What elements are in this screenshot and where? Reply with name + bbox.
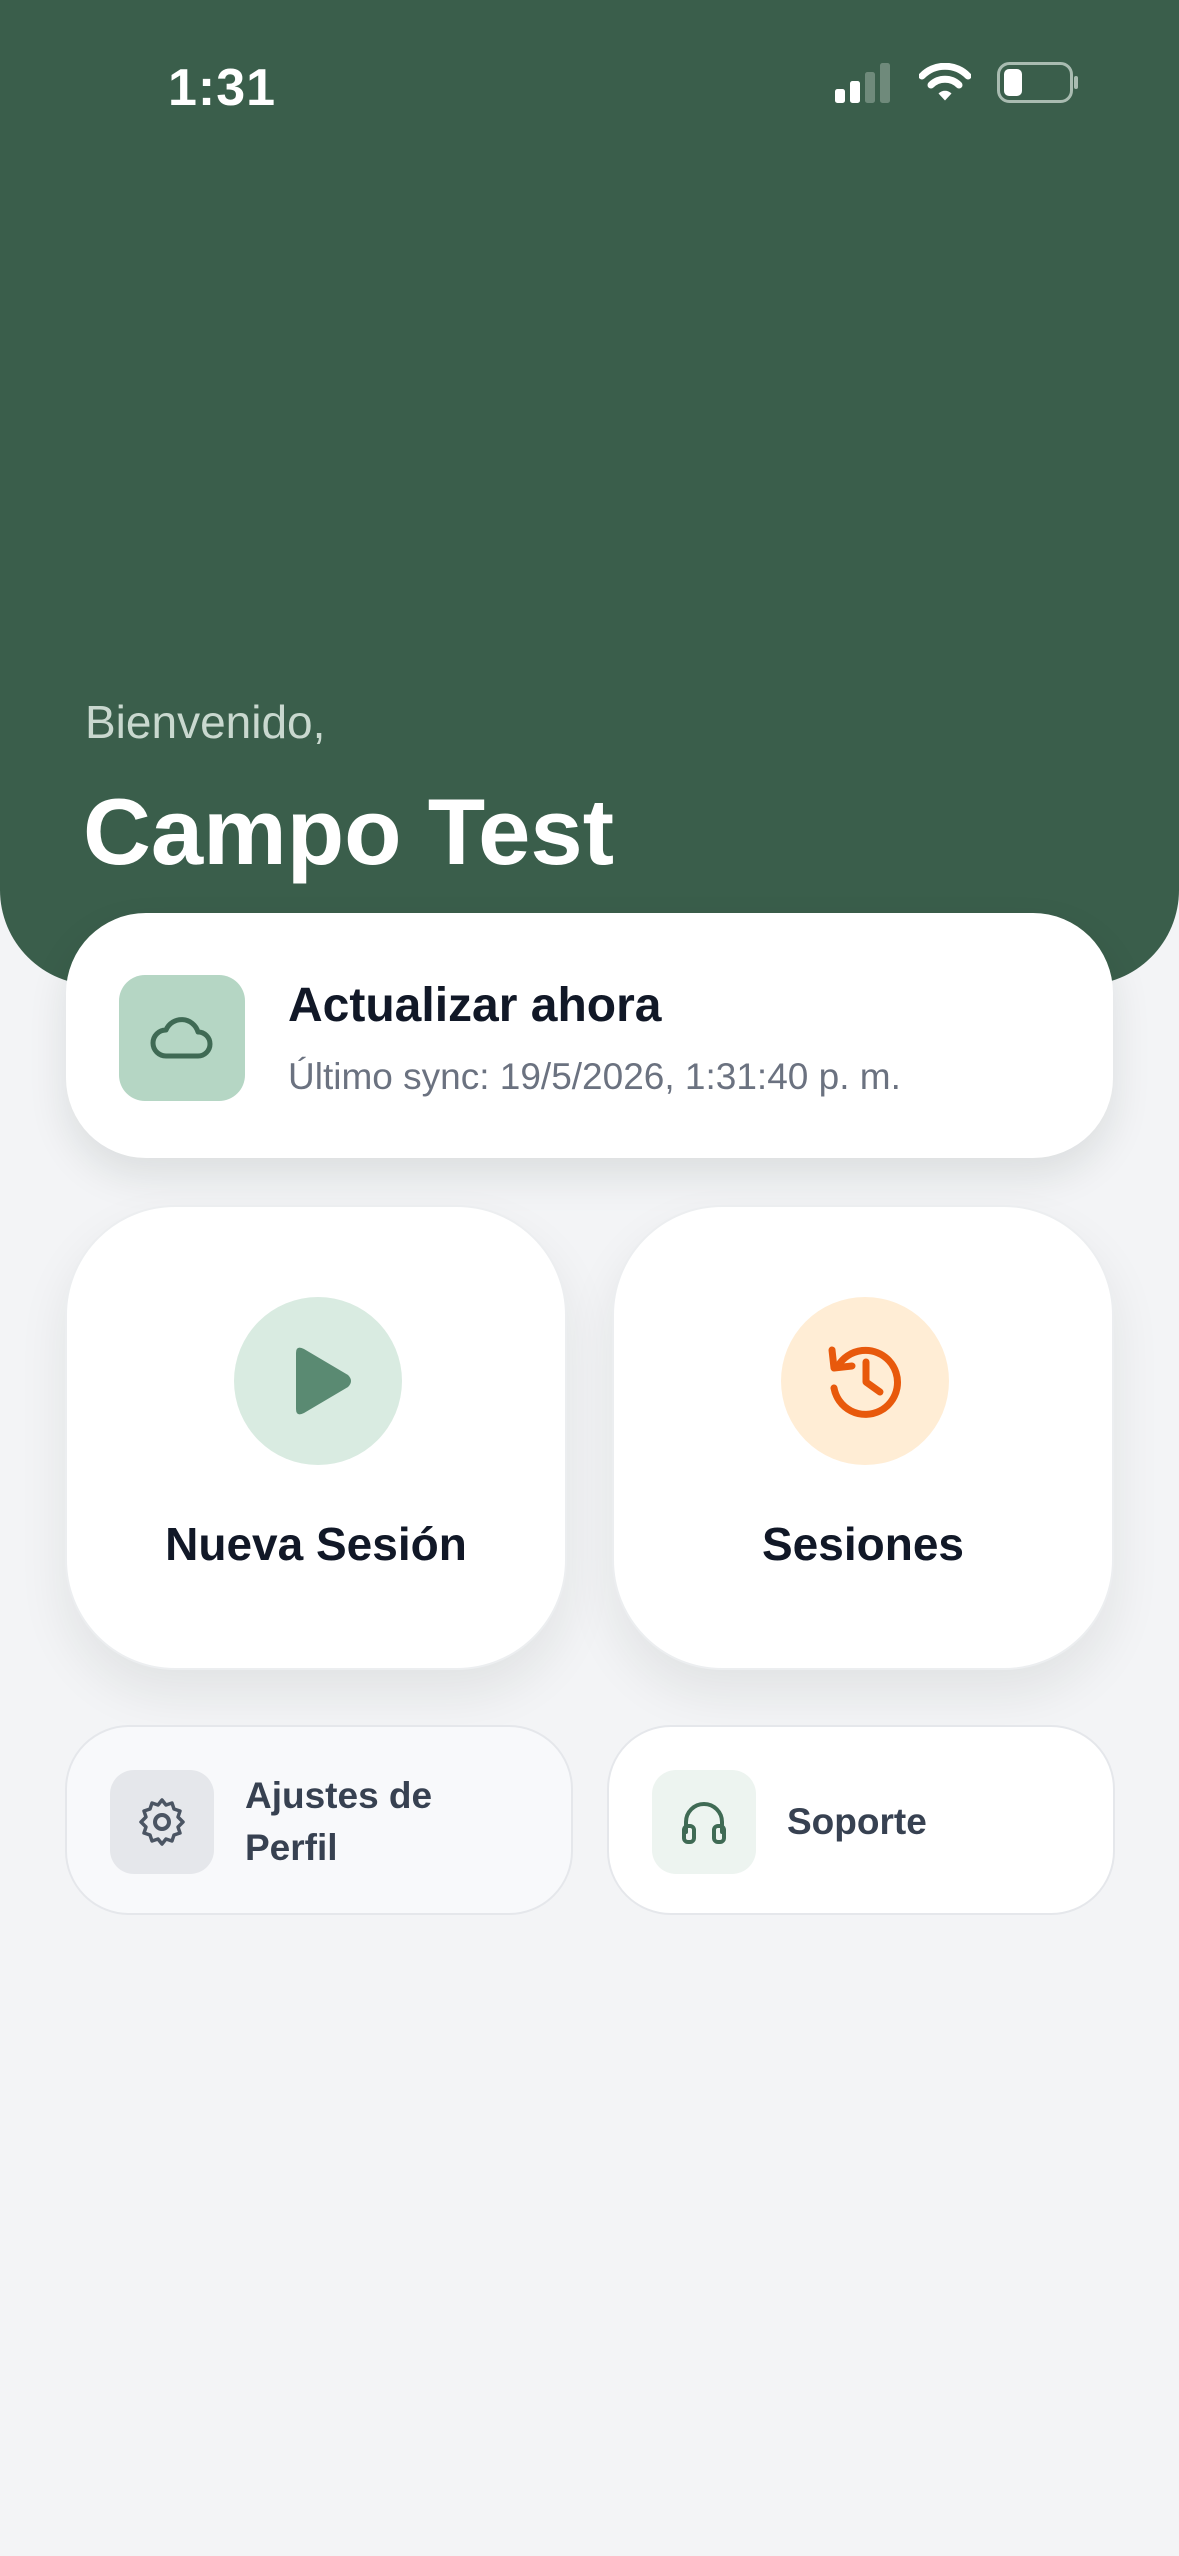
signal-icon [835, 63, 890, 103]
support-icon-box [652, 1770, 756, 1874]
user-name: Campo Test [83, 779, 614, 884]
status-time: 1:31 [168, 59, 277, 117]
history-icon [828, 1346, 901, 1418]
greeting-text: Bienvenido, [85, 696, 326, 748]
profile-label-line-2: Perfil [245, 1827, 338, 1868]
wifi-icon [919, 63, 971, 101]
profile-label-line-1: Ajustes de [245, 1775, 433, 1816]
headphones-icon [682, 1802, 726, 1844]
new-session-icon-circle [234, 1297, 402, 1465]
sync-icon-box [119, 975, 245, 1101]
new-session-label: Nueva Sesión [165, 1518, 467, 1570]
profile-icon-box [110, 1770, 214, 1874]
gear-icon [139, 1798, 185, 1846]
header-banner: 1:31 Bienvenido, Campo Test [0, 0, 1179, 985]
cloud-icon [150, 1017, 213, 1059]
status-icons [833, 62, 1079, 104]
sync-title: Actualizar ahora [288, 979, 662, 1032]
new-session-button[interactable]: Nueva Sesión [65, 1205, 567, 1670]
battery-icon [997, 62, 1078, 103]
support-button[interactable]: Soporte [607, 1725, 1115, 1915]
profile-settings-label: Ajustes de Perfil [245, 1770, 432, 1874]
sessions-label: Sesiones [762, 1518, 964, 1570]
sessions-button[interactable]: Sesiones [612, 1205, 1114, 1670]
sync-now-card[interactable]: Actualizar ahora Último sync: 19/5/2026,… [66, 913, 1113, 1158]
support-label: Soporte [787, 1801, 927, 1842]
home-screen: 1:31 Bienvenido, Campo Test Actualizar a… [0, 0, 1179, 2556]
sessions-icon-circle [781, 1297, 949, 1465]
play-icon [296, 1347, 351, 1415]
last-sync-text: Último sync: 19/5/2026, 1:31:40 p. m. [288, 1056, 901, 1097]
profile-settings-button[interactable]: Ajustes de Perfil [65, 1725, 573, 1915]
